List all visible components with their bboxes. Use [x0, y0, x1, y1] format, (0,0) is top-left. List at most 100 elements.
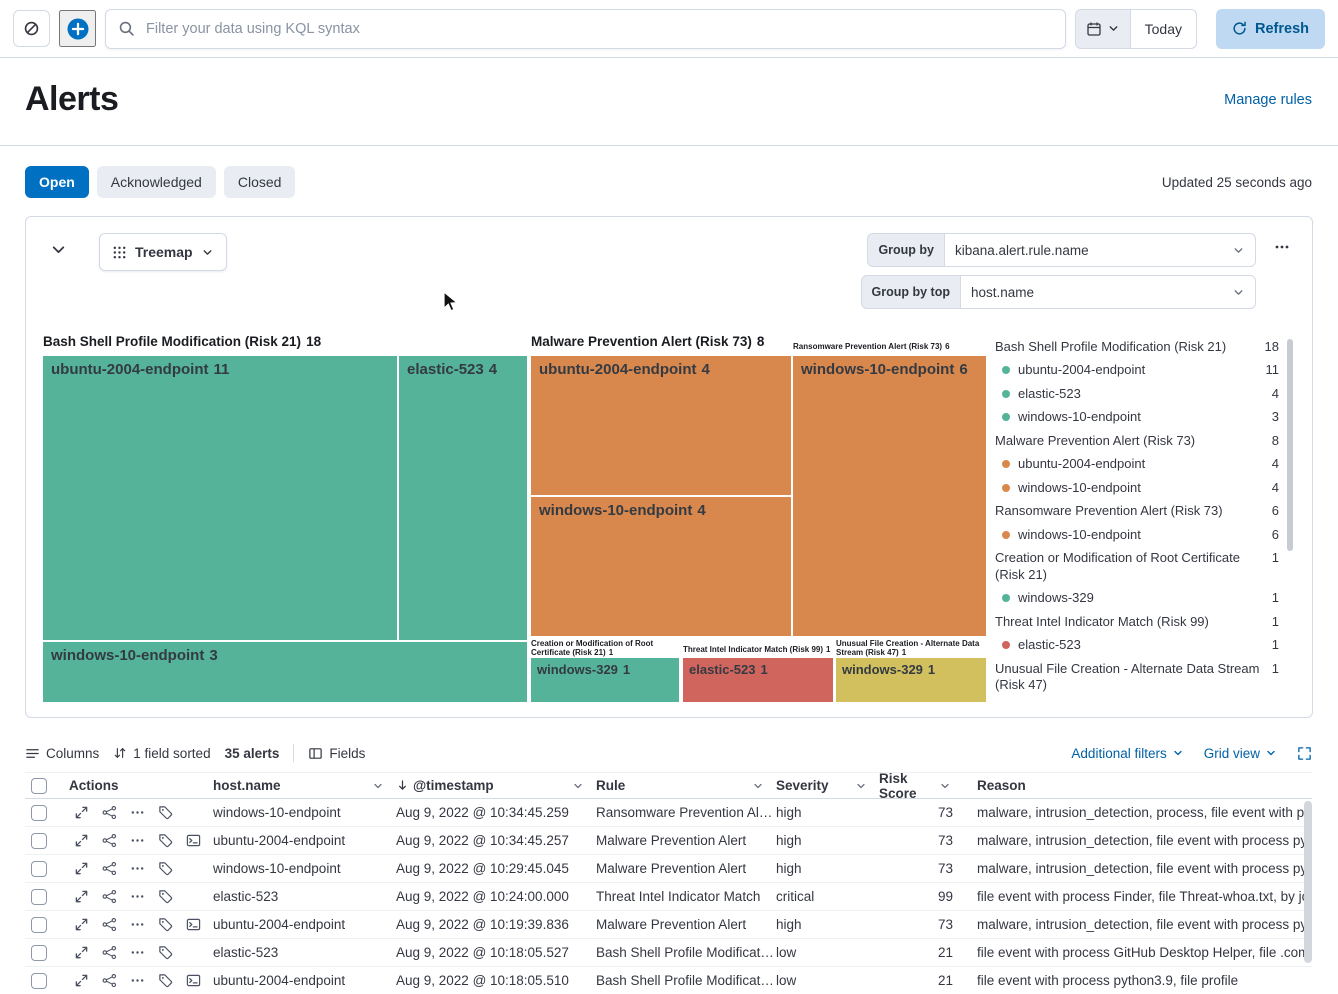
add-to-timeline-icon[interactable] — [153, 969, 177, 993]
more-actions-icon[interactable] — [125, 913, 149, 937]
add-to-timeline-icon[interactable] — [153, 829, 177, 853]
row-checkbox[interactable] — [31, 945, 47, 961]
treemap-tile[interactable]: windows-10-endpoint3 — [43, 642, 527, 702]
treemap-tile[interactable]: ubuntu-2004-endpoint4 — [531, 356, 791, 495]
expand-alert-icon[interactable] — [69, 969, 93, 993]
row-checkbox[interactable] — [31, 917, 47, 933]
table-scrollbar[interactable] — [1304, 801, 1312, 963]
treemap-tile[interactable]: windows-10-endpoint6 — [793, 356, 986, 636]
status-filter-acknowledged[interactable]: Acknowledged — [97, 166, 216, 198]
fullscreen-icon[interactable] — [1297, 746, 1312, 761]
more-actions-icon[interactable] — [125, 885, 149, 909]
add-to-timeline-icon[interactable] — [153, 913, 177, 937]
add-to-timeline-icon[interactable] — [153, 941, 177, 965]
group-by-select[interactable]: kibana.alert.rule.name — [944, 233, 1256, 267]
analyze-event-icon[interactable] — [97, 857, 121, 881]
legend-group[interactable]: Unusual File Creation - Alternate Data S… — [995, 657, 1283, 697]
add-to-timeline-icon[interactable] — [153, 857, 177, 881]
rule-cell[interactable]: Bash Shell Profile Modification — [594, 939, 774, 966]
session-view-icon[interactable] — [181, 969, 205, 993]
select-all-checkbox[interactable] — [31, 778, 47, 794]
row-checkbox[interactable] — [31, 973, 47, 989]
treemap-tile[interactable]: windows-3291 — [836, 658, 986, 702]
host-name-cell[interactable]: windows-10-endpoint — [211, 855, 394, 882]
host-name-cell[interactable]: ubuntu-2004-endpoint — [211, 967, 394, 994]
legend-item[interactable]: windows-3291 — [995, 697, 1283, 703]
host-name-cell[interactable]: ubuntu-2004-endpoint — [211, 827, 394, 854]
row-checkbox[interactable] — [31, 833, 47, 849]
expand-alert-icon[interactable] — [69, 941, 93, 965]
more-actions-icon[interactable] — [125, 801, 149, 825]
fields-button[interactable]: Fields — [308, 746, 365, 761]
more-actions-icon[interactable] — [125, 857, 149, 881]
expand-alert-icon[interactable] — [69, 857, 93, 881]
more-actions-icon[interactable] — [125, 941, 149, 965]
sort-fields-button[interactable]: 1 field sorted — [113, 746, 210, 761]
treemap-tile[interactable]: ubuntu-2004-endpoint11 — [43, 356, 397, 640]
treemap-tile[interactable]: elastic-5231 — [683, 658, 833, 702]
group-by-top-select[interactable]: host.name — [960, 275, 1256, 309]
host-name-cell[interactable]: ubuntu-2004-endpoint — [211, 911, 394, 938]
refresh-button[interactable]: Refresh — [1216, 9, 1325, 49]
host-name-cell[interactable]: elastic-523 — [211, 883, 394, 910]
saved-query-menu-button[interactable] — [13, 10, 50, 47]
expand-alert-icon[interactable] — [69, 885, 93, 909]
session-view-icon[interactable] — [181, 829, 205, 853]
host-name-cell[interactable]: elastic-523 — [211, 939, 394, 966]
risk-score-column-header[interactable]: Risk Score — [877, 773, 969, 798]
row-checkbox[interactable] — [31, 861, 47, 877]
rule-cell[interactable]: Bash Shell Profile Modification — [594, 967, 774, 994]
legend-item[interactable]: windows-10-endpoint4 — [995, 476, 1283, 500]
legend-item[interactable]: windows-10-endpoint6 — [995, 523, 1283, 547]
chart-type-select[interactable]: Treemap — [99, 233, 227, 271]
manage-rules-link[interactable]: Manage rules — [1224, 92, 1312, 108]
analyze-event-icon[interactable] — [97, 801, 121, 825]
legend-item[interactable]: elastic-5234 — [995, 382, 1283, 406]
rule-cell[interactable]: Malware Prevention Alert — [594, 911, 774, 938]
session-view-icon[interactable] — [181, 913, 205, 937]
expand-alert-icon[interactable] — [69, 801, 93, 825]
grid-view-button[interactable]: Grid view — [1204, 746, 1277, 761]
more-actions-icon[interactable] — [125, 969, 149, 993]
legend-item[interactable]: windows-3291 — [995, 587, 1283, 611]
row-checkbox[interactable] — [31, 889, 47, 905]
columns-button[interactable]: Columns — [25, 746, 99, 761]
inspect-more-icon[interactable] — [1274, 239, 1290, 255]
analyze-event-icon[interactable] — [97, 941, 121, 965]
kql-search-bar[interactable] — [105, 9, 1066, 49]
rule-column-header[interactable]: Rule — [594, 773, 774, 798]
legend-scrollbar[interactable] — [1287, 339, 1293, 551]
treemap-tile[interactable]: windows-3291 — [531, 658, 679, 702]
legend-item[interactable]: elastic-5231 — [995, 634, 1283, 658]
status-filter-closed[interactable]: Closed — [224, 166, 296, 198]
rule-cell[interactable]: Threat Intel Indicator Match — [594, 883, 774, 910]
legend-group[interactable]: Malware Prevention Alert (Risk 73)8 — [995, 429, 1283, 453]
legend-group[interactable]: Creation or Modification of Root Certifi… — [995, 547, 1283, 587]
date-picker-button[interactable] — [1075, 9, 1131, 49]
collapse-chart-icon[interactable] — [50, 241, 67, 258]
host-column-header[interactable]: host.name — [211, 773, 394, 798]
kql-filter-input[interactable] — [144, 20, 1053, 38]
add-to-timeline-icon[interactable] — [153, 885, 177, 909]
legend-item[interactable]: windows-10-endpoint3 — [995, 406, 1283, 430]
more-actions-icon[interactable] — [125, 829, 149, 853]
analyze-event-icon[interactable] — [97, 885, 121, 909]
expand-alert-icon[interactable] — [69, 829, 93, 853]
legend-group[interactable]: Bash Shell Profile Modification (Risk 21… — [995, 335, 1283, 359]
legend-group[interactable]: Ransomware Prevention Alert (Risk 73)6 — [995, 500, 1283, 524]
legend-item[interactable]: ubuntu-2004-endpoint4 — [995, 453, 1283, 477]
treemap-tile[interactable]: windows-10-endpoint4 — [531, 497, 791, 636]
analyze-event-icon[interactable] — [97, 969, 121, 993]
add-filter-button[interactable] — [59, 10, 96, 47]
legend-group[interactable]: Threat Intel Indicator Match (Risk 99)1 — [995, 610, 1283, 634]
treemap-tile[interactable]: elastic-5234 — [399, 356, 527, 640]
rule-cell[interactable]: Malware Prevention Alert — [594, 827, 774, 854]
add-to-timeline-icon[interactable] — [153, 801, 177, 825]
rule-cell[interactable]: Ransomware Prevention Alert — [594, 799, 774, 826]
row-checkbox[interactable] — [31, 805, 47, 821]
severity-column-header[interactable]: Severity — [774, 773, 877, 798]
analyze-event-icon[interactable] — [97, 829, 121, 853]
analyze-event-icon[interactable] — [97, 913, 121, 937]
rule-cell[interactable]: Malware Prevention Alert — [594, 855, 774, 882]
additional-filters-button[interactable]: Additional filters — [1071, 746, 1183, 761]
